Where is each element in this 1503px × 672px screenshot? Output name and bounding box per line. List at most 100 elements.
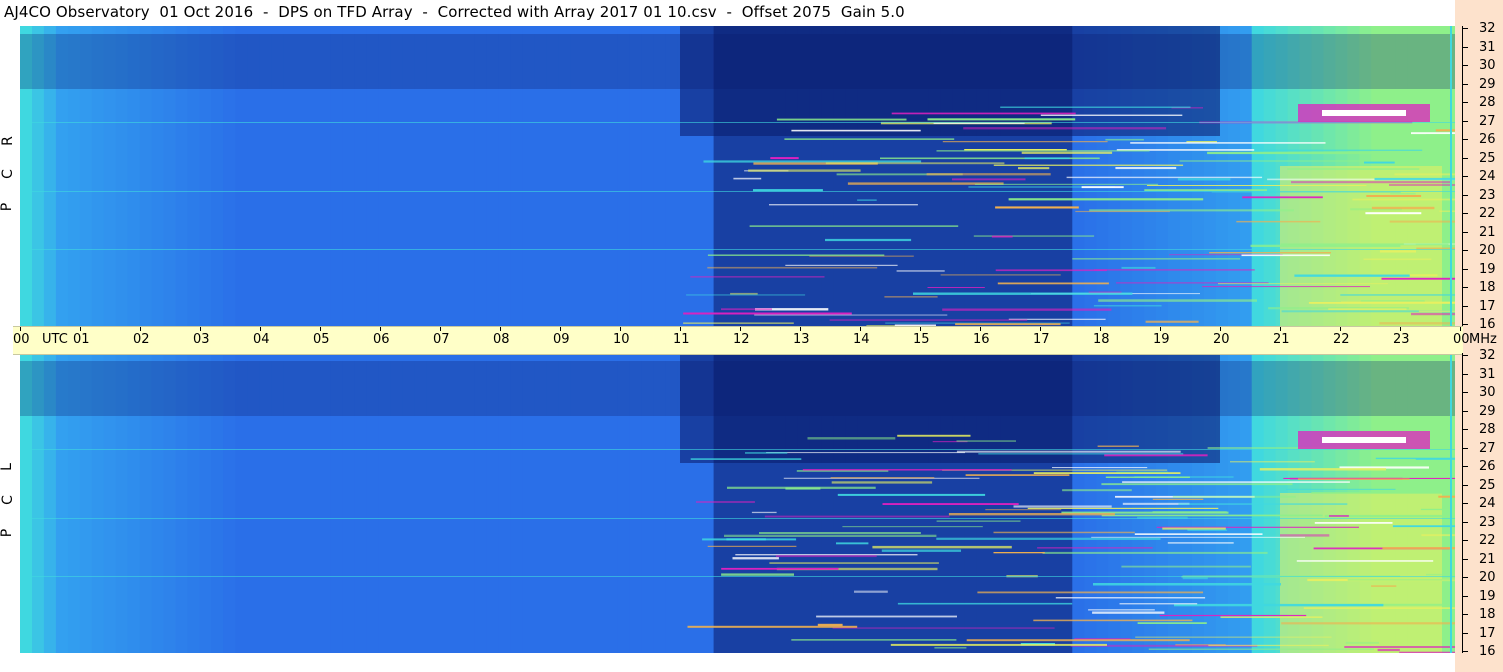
lcp-interference-line	[1438, 495, 1455, 498]
lcp-interference-line	[831, 481, 933, 484]
time-tick-label: 02	[133, 332, 150, 347]
rcp-interference-line	[927, 118, 1076, 121]
lcp-frequency-tick	[1462, 355, 1468, 356]
lcp-frequency-tick	[1462, 447, 1468, 449]
lcp-interference-line	[687, 625, 858, 628]
rcp-interference-line	[942, 141, 1108, 143]
lcp-interference-line	[1135, 636, 1332, 638]
lcp-interference-line	[1055, 597, 1206, 599]
rcp-frequency-tick	[1462, 157, 1468, 159]
time-tick-label: 18	[1093, 332, 1110, 347]
lcp-interference-line	[948, 513, 1115, 516]
rcp-frequency-tick-label: 27	[1479, 113, 1496, 129]
lcp-interference-line	[977, 591, 1204, 594]
lcp-interference-line	[1062, 489, 1132, 492]
lcp-interference-line	[1281, 622, 1455, 625]
lcp-carrier-line	[20, 518, 1455, 519]
lcp-interference-line	[751, 511, 777, 514]
rcp-interference-line	[1291, 181, 1452, 184]
rcp-carrier-line	[20, 191, 1455, 192]
lcp-frequency-tick-label: 18	[1479, 607, 1496, 622]
rcp-frequency-tick-label: 19	[1479, 261, 1496, 277]
lcp-interference-line	[1259, 468, 1386, 471]
frequency-unit-label: MHz	[1469, 332, 1497, 347]
lcp-edge-column	[1450, 353, 1452, 653]
rcp-interference-line	[1389, 220, 1455, 223]
rcp-interference-line	[997, 282, 1109, 285]
rcp-interference-line	[785, 264, 898, 266]
lcp-interference-line	[956, 450, 1181, 453]
rcp-interference-line	[1352, 198, 1455, 201]
lcp-frequency-tick-label: 24	[1479, 496, 1496, 511]
rcp-interference-line	[995, 206, 1079, 209]
rcp-frequency-tick	[1462, 194, 1468, 196]
time-tick-label: 10	[613, 332, 630, 347]
lcp-frequency-tick	[1462, 373, 1468, 375]
lcp-interference-line	[1280, 534, 1330, 537]
rcp-interference-line	[770, 157, 799, 160]
time-tick	[920, 327, 921, 331]
rcp-frequency-tick	[1462, 268, 1468, 270]
lcp-interference-line	[993, 531, 1135, 534]
lcp-interference-line	[721, 573, 794, 576]
lcp-interference-line	[1122, 481, 1350, 483]
time-tick	[260, 327, 261, 331]
lcp-high-band-shade	[20, 361, 1455, 416]
lcp-interference-line	[1329, 515, 1349, 517]
rcp-interference-line	[703, 160, 922, 163]
rcp-frequency-tick	[1462, 83, 1468, 85]
rcp-frequency-tick	[1462, 65, 1468, 66]
lcp-interference-line	[791, 639, 957, 641]
rcp-interference-line	[1294, 274, 1410, 277]
rcp-frequency-tick-label: 17	[1479, 298, 1496, 314]
rcp-interference-line	[683, 322, 794, 324]
lcp-interference-line	[1174, 603, 1384, 607]
rcp-label-letter: P	[0, 202, 16, 212]
time-axis-bar: 00 01 02 03 04 05 06 07 08 09 10 11 12 13 14 15 16 17 18 19…	[13, 326, 1497, 355]
time-tick-label: 11	[673, 332, 690, 347]
lcp-spectrogram	[20, 353, 1455, 653]
lcp-interference-line	[1027, 507, 1219, 509]
rcp-interference-line	[1040, 114, 1183, 116]
lcp-interference-line	[816, 615, 957, 618]
rcp-interference-line	[1389, 184, 1455, 186]
lcp-interference-line	[830, 477, 935, 479]
time-tick	[980, 327, 981, 331]
lcp-interference-line	[882, 503, 1019, 505]
rcp-frequency-tick	[1462, 231, 1468, 233]
lcp-interference-line	[1314, 522, 1393, 524]
lcp-interference-line	[897, 434, 971, 437]
lcp-interference-line	[1220, 616, 1323, 618]
rcp-interference-line	[857, 199, 877, 201]
lcp-interference-line	[1148, 648, 1374, 650]
lcp-interference-line	[1092, 611, 1165, 614]
time-tick	[440, 327, 441, 331]
time-tick-label: 00	[13, 332, 30, 347]
time-tick-label: 03	[193, 332, 210, 347]
rcp-interference-line	[829, 319, 1028, 321]
lcp-interference-line	[1298, 478, 1410, 480]
rcp-interference-line	[1218, 283, 1388, 285]
lcp-interference-line	[1162, 527, 1226, 530]
rcp-interference-line	[974, 183, 1159, 185]
rcp-saturated-core	[1322, 110, 1406, 116]
lcp-interference-line	[1167, 542, 1234, 544]
lcp-interference-line	[769, 562, 939, 564]
lcp-interference-line	[936, 520, 1021, 522]
rcp-interference-line	[963, 127, 1167, 130]
rcp-interference-line	[995, 269, 1107, 272]
lcp-interference-line	[726, 538, 766, 541]
time-tick	[1160, 327, 1161, 331]
lcp-interference-line	[934, 647, 967, 649]
lcp-frequency-tick	[1462, 429, 1468, 430]
lcp-interference-line	[775, 555, 877, 558]
rcp-frequency-tick-label: 24	[1479, 169, 1496, 184]
rcp-interference-line	[1435, 129, 1455, 132]
time-tick	[140, 327, 141, 331]
rcp-interference-line	[754, 314, 948, 316]
lcp-frequency-tick-label: 29	[1479, 403, 1496, 419]
time-tick	[500, 327, 501, 331]
rcp-frequency-tick-label: 18	[1479, 280, 1496, 295]
rcp-carrier-line	[20, 249, 1455, 250]
rcp-interference-line	[749, 225, 959, 227]
